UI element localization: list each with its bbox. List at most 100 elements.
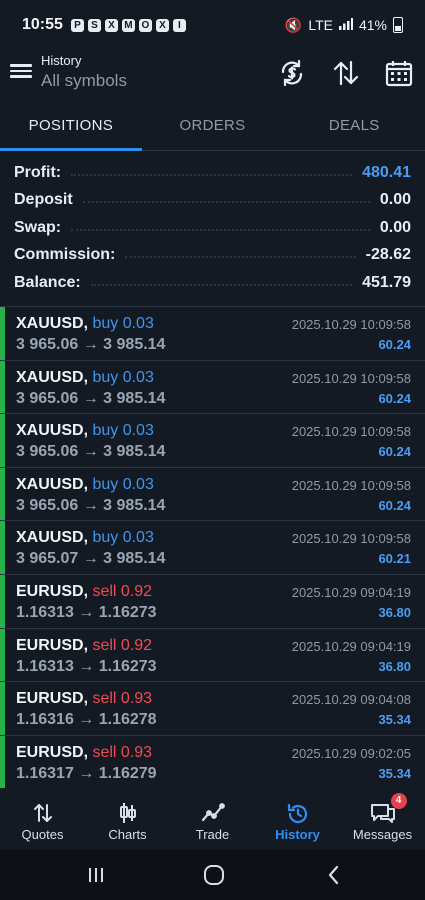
trade-side: buy 0.03 xyxy=(92,475,154,493)
calendar-icon[interactable] xyxy=(384,58,414,88)
list-item[interactable]: XAUUSD, buy 0.03 3 965.06 → 3 985.14 202… xyxy=(0,414,425,468)
trade-time: 2025.10.29 09:04:19 xyxy=(291,584,411,600)
trade-side: sell 0.93 xyxy=(92,690,153,708)
status-bar: 10:55 P S X M O X I 🔇 LTE 41% xyxy=(0,0,425,50)
summary-row-swap: Swap: 0.00 xyxy=(14,214,411,242)
back-icon[interactable] xyxy=(324,865,344,890)
position-edge xyxy=(0,682,5,735)
list-item[interactable]: XAUUSD, buy 0.03 3 965.07 → 3 985.14 202… xyxy=(0,521,425,575)
summary-row-deposit: Deposit 0.00 xyxy=(14,187,411,215)
trade-symbol: XAUUSD, xyxy=(16,422,89,440)
list-item[interactable]: XAUUSD, buy 0.03 3 965.06 → 3 985.14 202… xyxy=(0,467,425,522)
trade-profit: 36.80 xyxy=(378,658,411,674)
trade-prices: 1.16313 → 1.16273 xyxy=(16,603,157,621)
account-summary: Profit: 480.41 Deposit 0.00 Swap: 0.00 C… xyxy=(14,159,411,297)
nav-label: Charts xyxy=(108,827,147,842)
trade-profit: 36.80 xyxy=(378,604,411,620)
sort-icon[interactable] xyxy=(331,58,361,88)
charts-icon xyxy=(119,803,136,823)
summary-value: 0.00 xyxy=(379,218,411,236)
trade-side: sell 0.92 xyxy=(92,636,153,654)
tab-deals[interactable]: DEALS xyxy=(283,104,425,150)
trade-prices: 1.16313 → 1.16273 xyxy=(16,657,157,675)
notification-icon: S xyxy=(87,18,101,32)
summary-label: Commission: xyxy=(14,246,116,264)
summary-value: -28.62 xyxy=(365,246,411,264)
trade-prices: 1.16317 → 1.16279 xyxy=(16,764,157,782)
nav-label: History xyxy=(275,827,320,842)
list-item[interactable]: XAUUSD, buy 0.03 3 965.06 → 3 985.14 202… xyxy=(0,307,425,361)
summary-label: Profit: xyxy=(14,163,62,181)
nav-history[interactable]: History xyxy=(255,788,340,850)
trade-side: buy 0.03 xyxy=(92,315,154,332)
position-edge xyxy=(0,735,5,789)
nav-charts[interactable]: Charts xyxy=(85,788,170,850)
position-edge xyxy=(0,414,5,467)
app-bar: History All symbols xyxy=(0,50,425,100)
trade-prices: 3 965.06 → 3 985.14 xyxy=(16,336,166,353)
nav-label: Messages xyxy=(352,827,413,842)
summary-label: Swap: xyxy=(14,218,62,236)
trade-icon xyxy=(201,803,225,822)
nav-messages[interactable]: 4 Messages xyxy=(340,788,425,850)
position-edge xyxy=(0,521,5,574)
menu-icon[interactable] xyxy=(10,61,32,79)
recent-apps-icon[interactable] xyxy=(86,865,106,890)
trade-time: 2025.10.29 10:09:58 xyxy=(291,477,411,493)
list-item[interactable]: EURUSD, sell 0.93 1.16316 → 1.16278 2025… xyxy=(0,682,425,736)
symbol-filter[interactable]: All symbols xyxy=(41,71,127,91)
trade-prices: 3 965.07 → 3 985.14 xyxy=(16,550,166,568)
list-item[interactable]: EURUSD, sell 0.92 1.16313 → 1.16273 2025… xyxy=(0,574,425,629)
trade-profit: 35.34 xyxy=(378,712,411,728)
app-bar-titles: History All symbols xyxy=(41,53,127,91)
trade-time: 2025.10.29 10:09:58 xyxy=(291,370,411,386)
trade-profit: 60.24 xyxy=(378,444,411,460)
tab-orders[interactable]: ORDERS xyxy=(142,104,284,150)
trade-profit: 60.21 xyxy=(378,551,411,567)
trade-symbol: XAUUSD, xyxy=(16,529,89,547)
positions-list: XAUUSD, buy 0.03 3 965.06 → 3 985.14 202… xyxy=(0,306,425,790)
list-item[interactable]: XAUUSD, buy 0.03 3 965.06 → 3 985.14 202… xyxy=(0,360,425,415)
battery-icon xyxy=(393,17,403,33)
trade-prices: 3 965.06 → 3 985.14 xyxy=(16,389,166,407)
position-edge xyxy=(0,574,5,628)
list-item[interactable]: EURUSD, sell 0.93 1.16317 → 1.16279 2025… xyxy=(0,735,425,790)
trade-symbol: EURUSD, xyxy=(16,743,89,761)
quotes-icon xyxy=(33,804,52,822)
trade-side: sell 0.92 xyxy=(92,582,153,600)
trade-side: buy 0.03 xyxy=(92,529,154,547)
bottom-navigation: Quotes Charts Trade History 4 Messages xyxy=(0,788,425,850)
trade-time: 2025.10.29 09:04:19 xyxy=(291,638,411,654)
trade-time: 2025.10.29 10:09:58 xyxy=(291,317,411,332)
tab-positions[interactable]: POSITIONS xyxy=(0,104,142,151)
trade-time: 2025.10.29 09:02:05 xyxy=(291,745,411,761)
trade-profit: 60.24 xyxy=(378,337,411,352)
history-tabs: POSITIONS ORDERS DEALS xyxy=(0,104,425,151)
list-item[interactable]: EURUSD, sell 0.92 1.16313 → 1.16273 2025… xyxy=(0,628,425,683)
summary-label: Balance: xyxy=(14,273,81,291)
summary-value: 451.79 xyxy=(362,273,411,291)
currency-refresh-icon[interactable] xyxy=(277,58,307,88)
nav-quotes[interactable]: Quotes xyxy=(0,788,85,850)
summary-value: 480.41 xyxy=(362,163,411,181)
nav-trade[interactable]: Trade xyxy=(170,788,255,850)
notification-icon: X xyxy=(155,18,169,32)
trade-symbol: EURUSD, xyxy=(16,690,89,708)
trade-side: sell 0.93 xyxy=(92,743,153,761)
home-icon[interactable] xyxy=(203,865,225,890)
notification-icon: P xyxy=(70,18,84,32)
notification-icon: I xyxy=(172,18,186,32)
trade-symbol: XAUUSD, xyxy=(16,368,89,386)
history-icon xyxy=(287,803,307,824)
notification-icon: O xyxy=(138,18,152,32)
trade-symbol: XAUUSD, xyxy=(16,315,89,332)
trade-side: buy 0.03 xyxy=(92,368,154,386)
summary-row-balance: Balance: 451.79 xyxy=(14,269,411,297)
trade-time: 2025.10.29 10:09:58 xyxy=(291,531,411,547)
summary-row-profit: Profit: 480.41 xyxy=(14,159,411,187)
trade-time: 2025.10.29 09:04:08 xyxy=(291,692,411,708)
trade-profit: 35.34 xyxy=(378,765,411,781)
trade-symbol: XAUUSD, xyxy=(16,475,89,493)
trade-side: buy 0.03 xyxy=(92,422,154,440)
trade-symbol: EURUSD, xyxy=(16,582,89,600)
